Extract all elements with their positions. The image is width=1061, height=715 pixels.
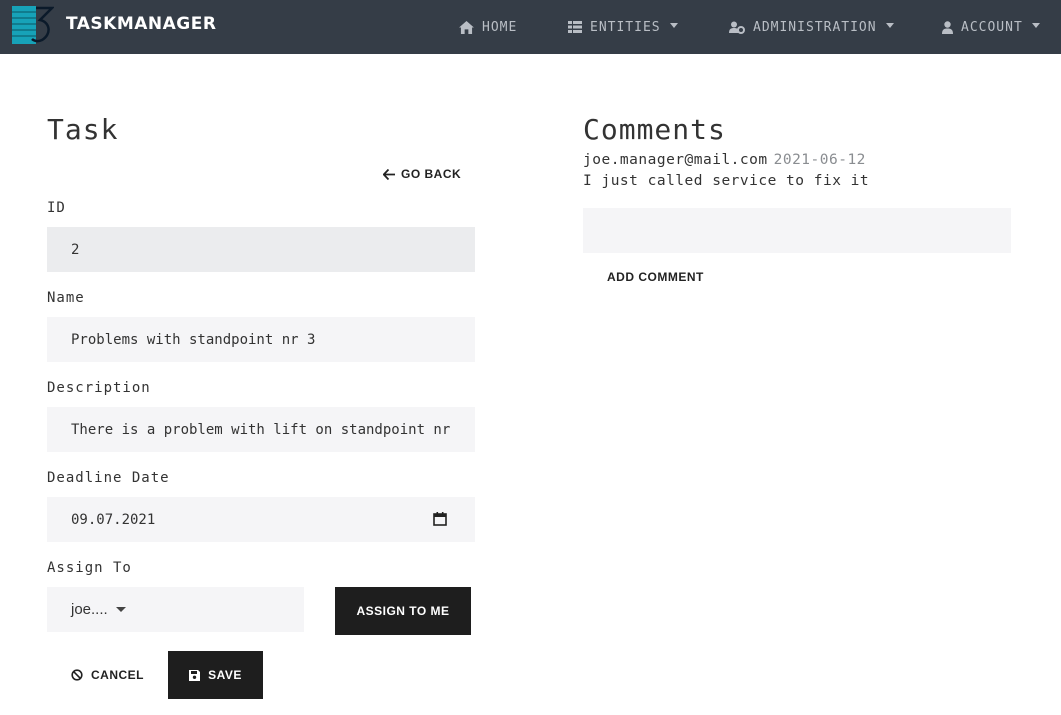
nav-account-label: ACCOUNT [961,19,1023,35]
assign-to-me-label: ASSIGN TO ME [356,604,450,618]
users-cog-icon [729,21,745,34]
comment-text: I just called service to fix it [583,173,870,189]
nav-administration-label: ADMINISTRATION [753,19,877,35]
name-label: Name [47,290,85,306]
save-button[interactable]: SAVE [168,651,263,699]
nav-account[interactable]: ACCOUNT [942,0,1040,54]
go-back-label: GO BACK [401,167,462,181]
comment-author: joe.manager@mail.com 2021-06-12 [583,152,866,168]
chevron-down-icon [1031,22,1040,28]
add-comment-label: ADD COMMENT [607,270,704,284]
calendar-icon[interactable] [433,512,447,526]
id-field: 2 [47,227,475,272]
deadline-label: Deadline Date [47,470,170,486]
nav-home[interactable]: HOME [459,0,517,54]
nav-administration[interactable]: ADMINISTRATION [729,0,894,54]
comment-date: 2021-06-12 [773,152,866,168]
id-label: ID [47,200,66,216]
user-icon [942,20,953,34]
assign-select[interactable]: joe.... [47,587,304,632]
assign-select-value: joe.... [71,601,108,618]
comment-author-email: joe.manager@mail.com [583,152,768,168]
go-back-button[interactable]: GO BACK [383,167,461,181]
chevron-down-icon [885,22,894,28]
th-list-icon [568,21,582,33]
cancel-button[interactable]: CANCEL [71,668,144,682]
brand-name: TASKMANAGER [66,14,217,34]
description-label: Description [47,380,151,396]
home-icon [459,20,474,34]
save-icon [189,669,201,681]
comment-input[interactable] [583,208,1011,253]
nav-entities-label: ENTITIES [590,19,661,35]
task-title: Task [47,113,119,146]
assign-to-me-button[interactable]: ASSIGN TO ME [335,587,471,635]
deadline-field[interactable]: 09.07.2021 [47,497,475,542]
chevron-down-icon [115,607,126,612]
name-field[interactable]: Problems with standpoint nr 3 [47,317,475,362]
save-label: SAVE [208,668,242,682]
comments-title: Comments [583,113,726,146]
logo-icon [10,4,56,46]
brand-link[interactable]: TASKMANAGER [10,4,216,46]
cancel-label: CANCEL [91,668,144,682]
navbar: TASKMANAGER HOME ENTITIES ADMINISTRATION… [0,0,1061,54]
deadline-value: 09.07.2021 [71,511,156,528]
description-field[interactable]: There is a problem with lift on standpoi… [47,407,475,452]
ban-icon [71,669,83,681]
nav-entities[interactable]: ENTITIES [568,0,678,54]
add-comment-button[interactable]: ADD COMMENT [607,270,704,284]
assign-label: Assign To [47,560,132,576]
chevron-down-icon [669,22,678,28]
arrow-left-icon [383,168,395,180]
nav-home-label: HOME [482,19,518,35]
